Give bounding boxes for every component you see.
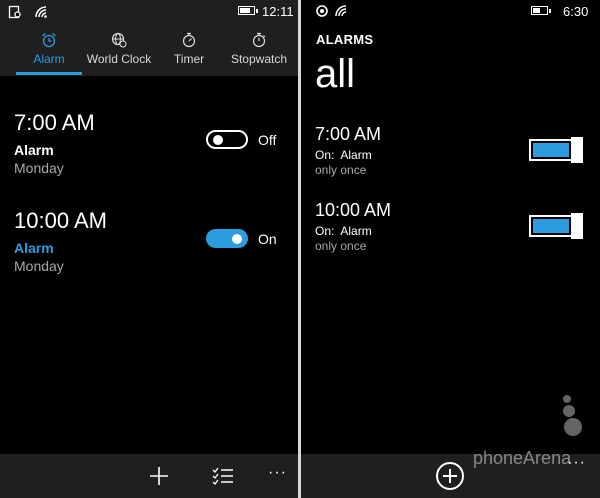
tab-label: Timer	[173, 52, 205, 66]
status-time: 12:11	[262, 4, 294, 19]
stopwatch-icon	[252, 32, 266, 48]
notification-icon	[8, 5, 21, 19]
app-bar: ···	[0, 454, 298, 498]
wifi-signal-icon	[35, 6, 47, 18]
tab-world-clock[interactable]: World Clock	[84, 24, 154, 76]
wifi-signal-icon	[335, 5, 347, 17]
alarm-time: 7:00 AM	[315, 124, 382, 144]
alarm-days: Monday	[14, 258, 64, 274]
battery-icon	[238, 6, 258, 15]
alarm-toggle-label: Off	[258, 132, 277, 148]
sync-icon	[316, 5, 328, 17]
alarm-status: On: Alarm	[315, 148, 372, 162]
tab-label: Stopwatch	[230, 52, 288, 66]
watermark-logo-icon	[563, 395, 582, 436]
windowsphone-alarms-screen: 6:30 ALARMS all 7:00 AM On: Alarm only o…	[301, 0, 600, 498]
clock-tabs: Alarm World Clock Timer Stopwatch	[0, 24, 298, 76]
alarm-time: 10:00 AM	[315, 200, 392, 220]
alarm-clock-icon	[42, 33, 56, 48]
alarm-item[interactable]: 10:00 AM Alarm Monday On	[14, 208, 284, 274]
alarm-item[interactable]: 7:00 AM Alarm Monday Off	[14, 110, 284, 176]
globe-icon	[111, 32, 127, 48]
alarm-toggle[interactable]	[206, 130, 248, 149]
status-time: 6:30	[563, 4, 589, 19]
alarm-toggle-label: On	[258, 231, 277, 247]
tab-stopwatch[interactable]: Stopwatch	[224, 24, 294, 76]
status-bar: 12:11	[0, 0, 298, 24]
checklist-icon[interactable]	[212, 466, 234, 486]
more-button[interactable]: ···	[268, 464, 287, 482]
plus-icon[interactable]	[148, 465, 170, 487]
tab-timer[interactable]: Timer	[154, 24, 224, 76]
alarm-toggle[interactable]	[529, 213, 585, 239]
watermark: phoneArena	[473, 448, 572, 468]
alarm-repeat: only once	[315, 163, 367, 177]
page-header: ALARMS	[316, 32, 374, 47]
alarm-status: On: Alarm	[315, 224, 372, 238]
alarm-toggle[interactable]	[206, 229, 248, 248]
battery-icon	[531, 6, 551, 15]
windows10-alarms-screen: 12:11 Alarm World Clock Timer Stopwatch …	[0, 0, 298, 498]
status-bar: 6:30	[301, 0, 600, 24]
alarm-item[interactable]: 7:00 AM On: Alarm only once	[315, 124, 515, 177]
tab-label: World Clock	[86, 52, 152, 66]
alarm-item[interactable]: 10:00 AM On: Alarm only once	[315, 200, 515, 253]
timer-icon	[182, 32, 196, 48]
alarm-repeat: only once	[315, 239, 367, 253]
alarm-toggle[interactable]	[529, 137, 585, 163]
circle-plus-icon[interactable]	[435, 461, 465, 491]
tab-alarm[interactable]: Alarm	[14, 24, 84, 76]
alarm-days: Monday	[14, 160, 64, 176]
tab-label: Alarm	[33, 52, 65, 66]
page-title: all	[315, 52, 356, 96]
